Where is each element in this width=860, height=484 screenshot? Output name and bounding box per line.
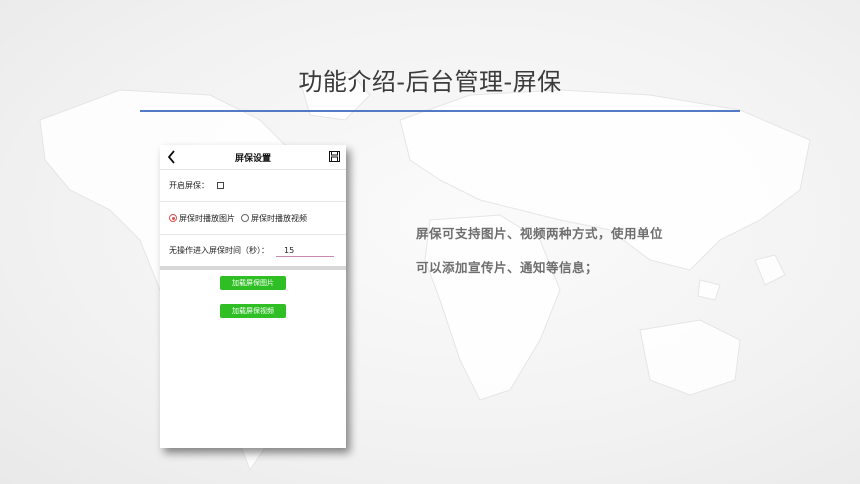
- slide-title: 功能介绍-后台管理-屏保: [298, 68, 562, 96]
- radio-play-video-label[interactable]: 屏保时播放视频: [251, 213, 307, 224]
- radio-play-image[interactable]: [169, 214, 177, 222]
- radio-play-video[interactable]: [241, 214, 249, 222]
- radio-play-image-label[interactable]: 屏保时播放图片: [179, 213, 235, 224]
- screensaver-settings-title: 屏保设置: [234, 153, 271, 164]
- enable-screensaver-checkbox[interactable]: [217, 182, 224, 189]
- enable-screensaver-row: 开启屏保：: [160, 170, 346, 202]
- phone-header: 屏保设置: [160, 145, 346, 170]
- description-line-1: 屏保可支持图片、视频两种方式，使用单位: [416, 226, 664, 241]
- back-arrow-icon[interactable]: [166, 149, 178, 165]
- load-image-button[interactable]: 加载屏保图片: [220, 276, 286, 290]
- save-icon[interactable]: [329, 151, 340, 162]
- description-line-2: 可以添加宣传片、通知等信息；: [416, 260, 599, 275]
- screensaver-mode-row: 屏保时播放图片 屏保时播放视频: [160, 202, 346, 235]
- idle-time-input[interactable]: [276, 244, 334, 257]
- phone-mockup: 屏保设置 开启屏保： 屏保时播放图片 屏保时播放视频 无操作进入屏保时间（秒）：…: [160, 145, 346, 448]
- title-underline: [140, 110, 740, 112]
- idle-time-row: 无操作进入屏保时间（秒）：: [160, 235, 346, 266]
- idle-time-label: 无操作进入屏保时间（秒）：: [169, 246, 269, 255]
- load-video-button[interactable]: 加载屏保视频: [220, 304, 286, 318]
- enable-screensaver-label: 开启屏保：: [169, 181, 209, 190]
